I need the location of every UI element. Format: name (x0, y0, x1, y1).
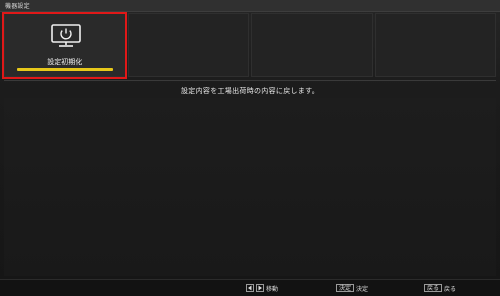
monitor-power-icon (51, 24, 81, 47)
right-arrow-icon (256, 284, 264, 292)
setting-description: 設定内容を工場出荷時の内容に戻します。 (181, 87, 319, 95)
move-label: 移動 (266, 285, 279, 293)
left-arrow-icon (246, 284, 254, 292)
settings-tile-row: 設定初期化 (4, 13, 496, 77)
hint-enter: 決定 決定 (336, 283, 368, 293)
back-key-icon: 戻る (424, 284, 443, 292)
divider (4, 80, 496, 81)
tile-empty[interactable] (251, 13, 373, 77)
screen: 機器設定 設定初期化 設定内容を工場出荷時の内容に戻します。 移動 決定 決定 … (0, 0, 500, 296)
hint-back: 戻る 戻る (424, 283, 456, 293)
window-title: 機器設定 (5, 3, 30, 10)
enter-label: 決定 (356, 285, 369, 293)
footer-hints: 移動 決定 決定 戻る 戻る (0, 279, 500, 296)
tile-label: 設定初期化 (47, 58, 83, 66)
tile-empty[interactable] (127, 13, 249, 77)
title-bar: 機器設定 (0, 0, 500, 12)
back-label: 戻る (444, 285, 457, 293)
tile-empty[interactable] (374, 13, 496, 77)
selection-underline (17, 68, 113, 71)
enter-key-icon: 決定 (336, 284, 355, 292)
tile-reset-settings[interactable]: 設定初期化 (4, 13, 126, 77)
content-area (4, 98, 496, 276)
hint-move: 移動 (246, 283, 278, 293)
